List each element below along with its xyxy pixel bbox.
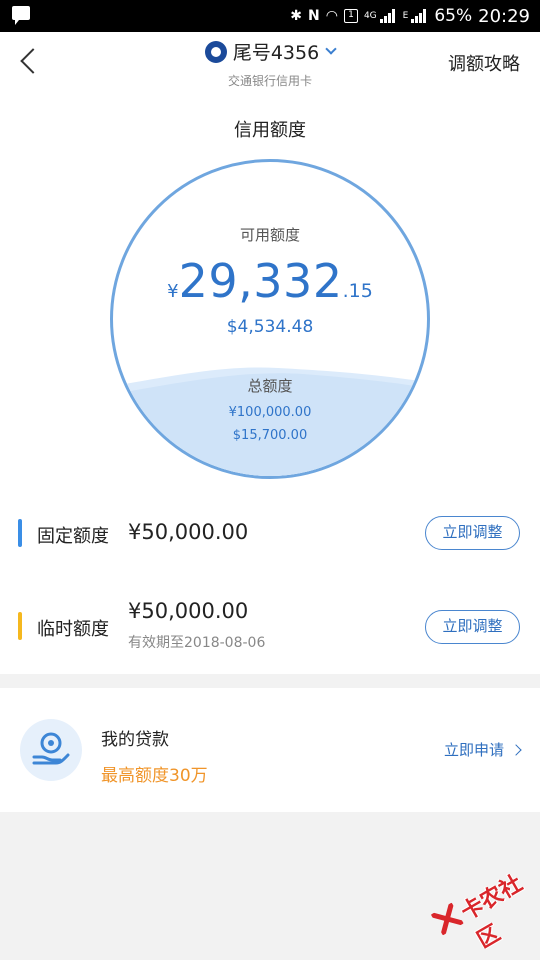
temporary-limit-indicator [18, 612, 22, 640]
loan-hand-coin-icon [20, 719, 82, 781]
sim-badge: 1 [343, 9, 358, 23]
card-number: 尾号4356 [232, 42, 320, 64]
signal-icon [379, 8, 397, 24]
fixed-limit-label: 固定额度 [37, 526, 109, 547]
loan-max-limit: 最高额度30万 [101, 766, 208, 786]
watermark-text: 卡农社区 [457, 871, 527, 954]
wifi-icon: ◠ [325, 8, 338, 24]
credit-limit-panel: 信用额度 可用额度 ¥29,332.15 $4,534.48 总额度 ¥100,… [0, 94, 540, 674]
status-bar: ✱ N ◠ 1 4G E 65% 20:29 [0, 0, 540, 32]
status-icons: ✱ N ◠ 1 4G E 65% 20:29 [290, 0, 530, 32]
bank-logo-icon [204, 40, 227, 63]
page-title: 信用额度 [234, 120, 306, 141]
total-limit-label: 总额度 [247, 377, 293, 395]
fixed-limit-row: 固定额度 ¥50,000.00 立即调整 [0, 510, 540, 560]
limit-strategy-link[interactable]: 调额攻略 [448, 50, 520, 76]
total-limit-usd: $15,700.00 [232, 428, 308, 443]
temporary-limit-expiry: 有效期至2018-08-06 [128, 635, 266, 651]
total-limit-cny: ¥100,000.00 [228, 405, 312, 420]
network-type-e: E [402, 11, 409, 21]
watermark: 卡农社区 [425, 849, 540, 960]
fixed-limit-adjust-button[interactable]: 立即调整 [425, 516, 520, 550]
fixed-limit-amount: ¥50,000.00 [128, 520, 249, 544]
available-limit-integer: 29,332 [178, 254, 343, 308]
chevron-right-icon [510, 743, 522, 756]
temporary-limit-adjust-button[interactable]: 立即调整 [425, 610, 520, 644]
loan-title: 我的贷款 [101, 730, 169, 750]
app-header: 尾号4356 交通银行信用卡 调额攻略 [0, 32, 540, 94]
battery-level: 65% [434, 6, 473, 26]
fixed-limit-indicator [18, 519, 22, 547]
currency-symbol: ¥ [167, 281, 179, 302]
loan-apply-link[interactable]: 立即申请 [443, 739, 522, 760]
loan-apply-label: 立即申请 [443, 741, 504, 759]
loan-section[interactable]: 我的贷款 最高额度30万 立即申请 [0, 688, 540, 812]
signal-icon-2 [410, 8, 428, 24]
nfc-icon: N [308, 8, 320, 24]
chevron-down-icon [325, 42, 337, 55]
message-notification-icon [12, 6, 30, 25]
available-limit-label: 可用额度 [239, 226, 300, 244]
temporary-limit-label: 临时额度 [37, 619, 109, 640]
temporary-limit-row: 临时额度 ¥50,000.00 有效期至2018-08-06 立即调整 [0, 599, 540, 659]
network-type-4g: 4G [363, 11, 377, 21]
clock: 20:29 [478, 5, 530, 27]
temporary-limit-amount: ¥50,000.00 [128, 599, 249, 623]
available-limit-amount: ¥29,332.15 [113, 254, 427, 308]
available-limit-usd: $4,534.48 [226, 317, 314, 337]
available-limit-decimal: .15 [342, 280, 373, 302]
bluetooth-icon: ✱ [290, 8, 302, 24]
credit-gauge: 可用额度 ¥29,332.15 $4,534.48 总额度 ¥100,000.0… [110, 159, 430, 479]
